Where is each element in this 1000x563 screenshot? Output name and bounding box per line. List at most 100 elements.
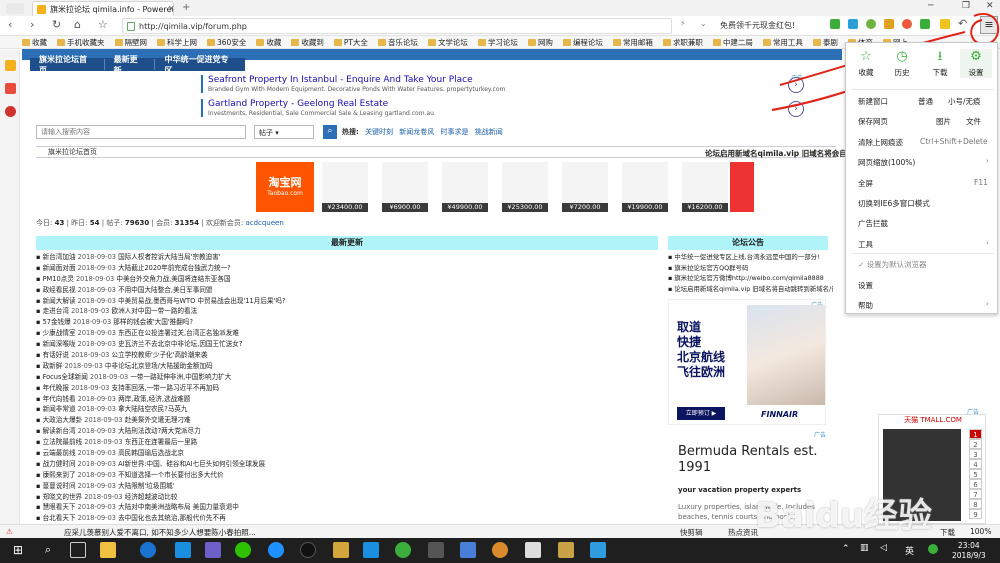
news-item[interactable]: ▪ 战力健时间 2018-09-03 AI新世界:中国、硅谷和AI七巨头如何引领…	[36, 459, 476, 470]
news-title[interactable]: 中美台外交角力战,美国将连结东亚各国	[116, 275, 230, 283]
favorite-star-icon[interactable]: ☆	[98, 18, 108, 31]
ad-title[interactable]: Seafront Property In Istanbul - Enquire …	[208, 75, 473, 85]
ad-arrow-icon[interactable]: ›	[788, 101, 804, 117]
board-link[interactable]: 旗米拉论坛官方微博http://weibo.com/qimila8888	[674, 274, 824, 282]
menu-downloads[interactable]: ⭳ 下载	[924, 49, 956, 78]
bookmark-item[interactable]: 泰剧	[812, 37, 838, 48]
hot-link[interactable]: 新闻龙卷风	[399, 128, 434, 136]
menu-favorites[interactable]: ☆ 收藏	[850, 49, 882, 78]
hot-link[interactable]: 时事求是	[441, 128, 469, 136]
status-item[interactable]: 快剪辑	[680, 527, 703, 538]
newest-member-link[interactable]: acdcqueen	[245, 219, 283, 227]
tmall-number-tab[interactable]: 3	[969, 449, 982, 459]
board-link[interactable]: 中华统一促进党专区上线,台湾永远是中国的一部分!	[674, 253, 819, 261]
qq-icon[interactable]	[300, 542, 316, 558]
ad-title[interactable]: Gartland Property - Geelong Real Estate	[208, 99, 388, 109]
news-title[interactable]: 大陆刑法改动?两大党派尽力	[118, 427, 201, 435]
news-title[interactable]: 东西正在连署最后一里路	[125, 438, 198, 446]
kugou-icon[interactable]	[363, 542, 379, 558]
status-item[interactable]: 热点资讯	[728, 527, 758, 538]
news-title[interactable]: 赴美祭外交遭无理刁难	[125, 416, 191, 424]
menu-save-page[interactable]: 保存网页	[858, 116, 888, 127]
news-source[interactable]: 立法院最前线	[43, 438, 83, 446]
tray-app-icon[interactable]	[928, 544, 938, 554]
menu-set-default[interactable]: ✓ 设置为默认浏览器	[858, 259, 927, 270]
menu-save-image[interactable]: 图片	[936, 116, 951, 127]
bookmark-item[interactable]: 编程论坛	[562, 37, 603, 48]
news-item[interactable]: ▪ 云端最前线 2018-09-03 高民韩国瑜后选战北京	[36, 448, 476, 459]
news-item[interactable]: ▪ 大政治大爆卦 2018-09-03 赴美祭外交遭无理刁难	[36, 415, 476, 426]
news-title[interactable]: 支持率回落,一带一路习近平不再加码	[112, 384, 220, 392]
bookmark-item[interactable]: 收藏	[256, 37, 281, 48]
news-item[interactable]: ▪ 有话好说 2018-09-03 公立学校教师'少子化'高龄潮来袭	[36, 350, 476, 361]
text-ad[interactable]: Seafront Property In Istanbul - Enquire …	[193, 73, 813, 95]
menu-new-window[interactable]: 新建窗口	[858, 96, 888, 107]
extension-green-icon[interactable]	[830, 19, 840, 29]
menu-save-file[interactable]: 文件	[966, 116, 981, 127]
lightning-icon[interactable]: ⚡	[680, 19, 686, 28]
news-item[interactable]: ▪ PM10点灵 2018-09-03 中美台外交角力战,美国将连结东亚各国	[36, 274, 476, 285]
network-icon[interactable]: ▥	[860, 543, 869, 553]
app-icon[interactable]	[492, 542, 508, 558]
extension-blue-icon[interactable]	[848, 19, 858, 29]
menu-help[interactable]: 帮助	[858, 300, 873, 311]
tmall-number-tab[interactable]: 9	[969, 509, 982, 519]
news-source[interactable]: 57金钱爆	[43, 318, 71, 326]
extension-360-icon[interactable]	[866, 19, 876, 29]
text-ad[interactable]: Gartland Property - Geelong Real Estate …	[193, 97, 813, 119]
news-source[interactable]: 康熙来到了	[43, 471, 76, 479]
sidebar-weibo-icon[interactable]	[5, 106, 16, 117]
search-button[interactable]: ⌕	[323, 125, 337, 139]
sidebar-favorite-icon[interactable]	[5, 60, 16, 71]
news-source[interactable]: 云端最前线	[43, 449, 76, 457]
news-title[interactable]: AI新世界:中国、硅谷和AI七巨头如何引领全球发展	[118, 460, 265, 468]
home-icon[interactable]: ⌂	[74, 18, 81, 31]
bookmark-item[interactable]: PT大全	[333, 37, 368, 48]
nav-latest-link[interactable]: 最新更新	[105, 54, 155, 76]
tmall-number-tab[interactable]: 5	[969, 469, 982, 479]
bookmark-item[interactable]: 手机收藏夹	[57, 37, 105, 48]
board-item[interactable]: ▪ 论坛启用新域名qimila.vip 旧域名将自动跳转到新域名/访问不变	[668, 284, 833, 295]
extension-orange-icon[interactable]	[884, 19, 894, 29]
news-source[interactable]: 蔓蔓说时间	[43, 482, 76, 490]
url-field[interactable]: http://qimila.vip/forum.php	[122, 18, 672, 34]
menu-normal-window[interactable]: 普通	[918, 96, 933, 107]
tmall-number-tab[interactable]: 8	[969, 499, 982, 509]
menu-hamburger-icon[interactable]: ≡	[980, 16, 998, 34]
tray-overflow-icon[interactable]: ⌃	[842, 544, 850, 554]
app-icon[interactable]	[428, 542, 444, 558]
browser-logo-icon[interactable]	[6, 3, 24, 14]
qq-browser-icon[interactable]	[268, 542, 284, 558]
news-title[interactable]: 那样的钱会被'大国'推翻吗?	[113, 318, 193, 326]
tmall-number-tab[interactable]: 1	[969, 429, 982, 439]
traffic-light-icon[interactable]	[730, 162, 754, 212]
board-item[interactable]: ▪ 旗米拉论坛官方QQ群号码	[668, 263, 833, 274]
news-source[interactable]: 年代向钱看	[43, 395, 76, 403]
news-item[interactable]: ▪ 新台湾加油 2018-09-03 国际人权者控诉大陆当局'宗教迫害'	[36, 252, 476, 263]
tmall-number-tab[interactable]: 4	[969, 459, 982, 469]
news-title[interactable]: 大陆对中南美洲战略布局 美国力量衰退中	[118, 503, 239, 511]
product-item[interactable]: ¥16200.00	[682, 162, 728, 212]
tmall-number-tab[interactable]: 2	[969, 439, 982, 449]
product-item[interactable]: ¥49900.00	[442, 162, 488, 212]
news-title[interactable]: 史瓦济兰不去北京中非论坛,因国王忙送女?	[118, 340, 242, 348]
volume-icon[interactable]: ◁	[880, 543, 887, 553]
news-source[interactable]: 新闻深喉咙	[43, 340, 76, 348]
news-item[interactable]: ▪ 新闻面对面 2018-09-03 大陆截止2020年前完成台独武力统一?	[36, 263, 476, 274]
news-source[interactable]: 大政治大爆卦	[43, 416, 83, 424]
news-title[interactable]: 经济超越波动比较	[125, 493, 178, 501]
status-zoom[interactable]: 100%	[970, 527, 991, 536]
news-title[interactable]: 中美贸易战,墨西哥与WTO 中贸易战会出现'11月后果'吗?	[118, 297, 285, 305]
news-item[interactable]: ▪ 解读新台湾 2018-09-03 大陆刑法改动?两大党派尽力	[36, 426, 476, 437]
tmall-number-tab[interactable]: 6	[969, 479, 982, 489]
extension-leaf-icon[interactable]	[920, 19, 930, 29]
menu-adblock[interactable]: 广告拦截	[858, 218, 888, 229]
news-source[interactable]: 台北看天下	[43, 514, 76, 522]
menu-history[interactable]: ◷ 历史	[886, 49, 918, 78]
news-item[interactable]: ▪ 立法院最前线 2018-09-03 东西正在连署最后一里路	[36, 437, 476, 448]
news-source[interactable]: 战力健时间	[43, 460, 76, 468]
menu-zoom[interactable]: 网页缩放(100%)	[858, 157, 915, 168]
input-language[interactable]: 英	[905, 544, 914, 557]
menu-clear-history[interactable]: 清除上网痕迹	[858, 137, 903, 148]
dropdown-icon[interactable]: ⌄	[700, 19, 707, 28]
